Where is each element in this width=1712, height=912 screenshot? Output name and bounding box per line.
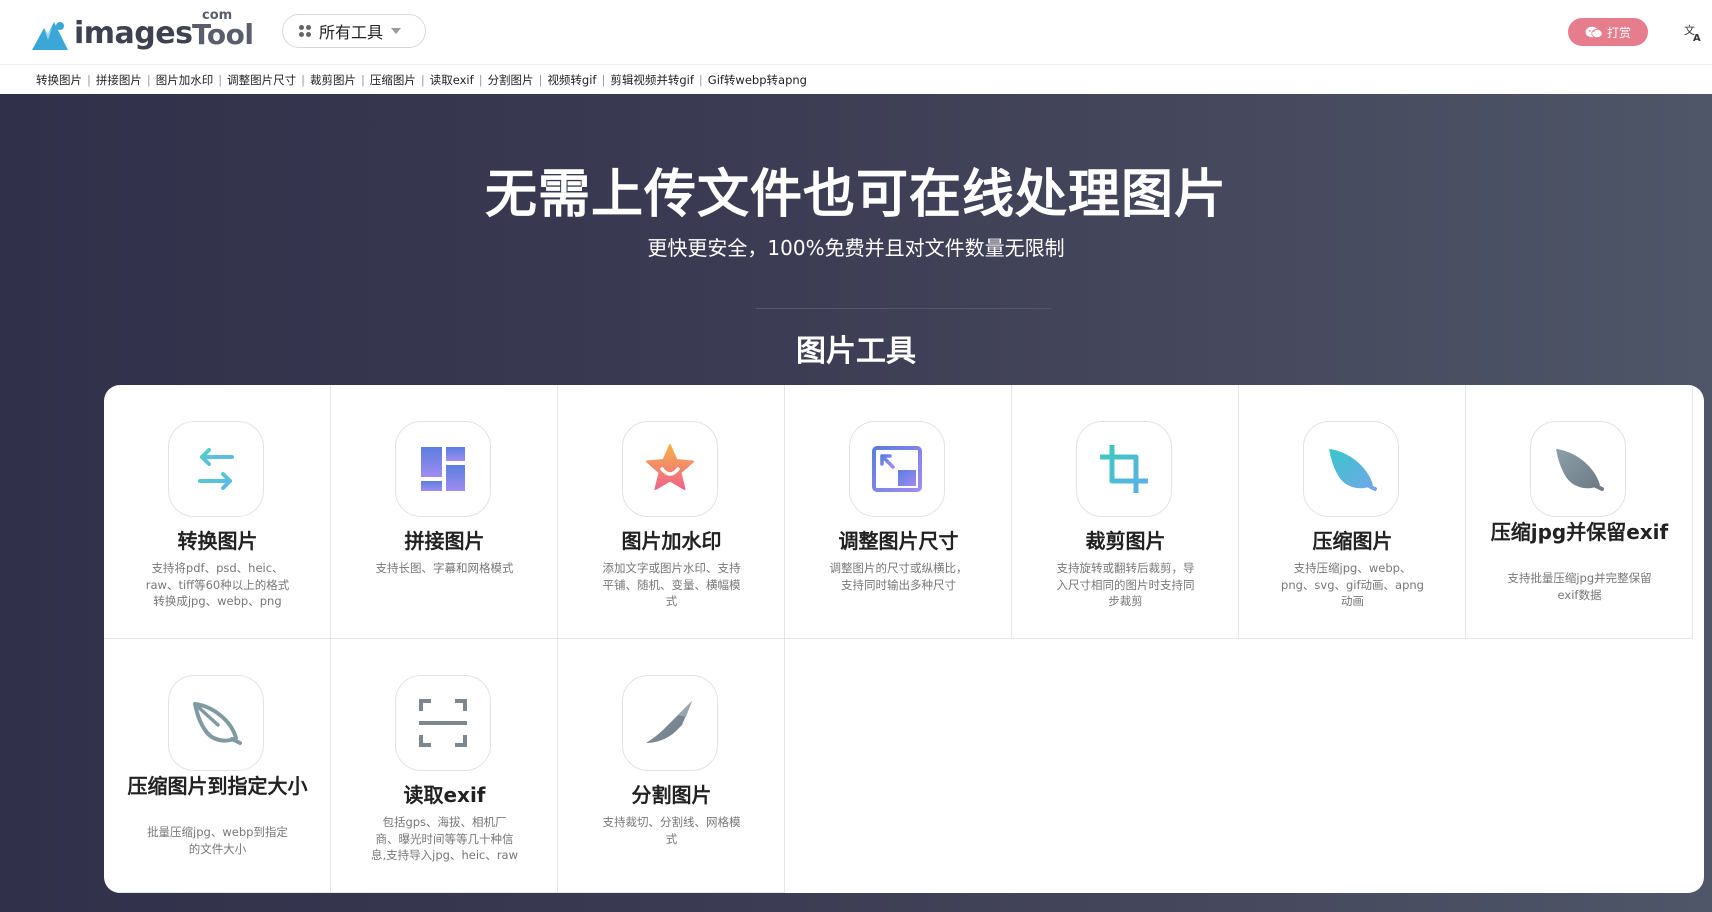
feather-icon	[1329, 449, 1377, 491]
feather-gray-icon	[1556, 449, 1604, 491]
logo-tool-text: Tool	[192, 18, 254, 51]
tool-title: 压缩图片	[1312, 529, 1393, 553]
tool-desc: 支持旋转或翻转后裁剪，导入尺寸相同的图片时支持同步裁剪	[1056, 561, 1195, 608]
quicknav-watermark[interactable]: 图片加水印	[156, 72, 214, 88]
star-smile-icon	[646, 444, 694, 490]
tool-icon-box	[622, 421, 718, 517]
donate-label: 打赏	[1606, 25, 1631, 40]
hero-divider	[756, 308, 1052, 309]
site-logo[interactable]: images com Tool	[30, 8, 254, 52]
nav-separator: |	[601, 72, 606, 87]
tool-title: 读取exif	[403, 783, 486, 807]
chevron-down-icon	[391, 28, 402, 34]
tool-crop[interactable]: 裁剪图片 支持旋转或翻转后裁剪，导入尺寸相同的图片时支持同步裁剪	[1012, 385, 1239, 639]
tool-compress-exif[interactable]: 压缩jpg并保留exif 支持批量压缩jpg并完整保留exif数据	[1466, 385, 1693, 639]
tool-stitch[interactable]: 拼接图片 支持长图、字幕和网格模式	[331, 385, 558, 639]
quicknav-stitch[interactable]: 拼接图片	[96, 72, 142, 88]
hero-section: 无需上传文件也可在线处理图片 更快更安全，100%免费并且对文件数量无限制 图片…	[0, 94, 1712, 912]
nav-separator: |	[301, 72, 305, 87]
svg-text:A: A	[1693, 33, 1701, 42]
hero-subtitle: 更快更安全，100%免费并且对文件数量无限制	[647, 236, 1065, 260]
tool-resize[interactable]: 调整图片尺寸 调整图片的尺寸或纵横比，支持同时输出多种尺寸	[785, 385, 1012, 639]
tool-desc: 调整图片的尺寸或纵横比，支持同时输出多种尺寸	[829, 561, 968, 592]
quicknav-exif[interactable]: 读取exif	[430, 72, 474, 88]
tool-icon-box	[395, 675, 491, 771]
tool-icon-box	[1076, 421, 1172, 517]
tools-card: 转换图片 支持将pdf、psd、heic、raw、tiff等60种以上的格式转换…	[104, 385, 1704, 893]
tool-icon-box	[1530, 421, 1626, 517]
resize-icon	[872, 446, 922, 492]
tool-desc: 包括gps、海拔、相机厂商、曝光时间等等几十种信息,支持导入jpg、heic、r…	[371, 815, 519, 862]
tool-desc: 支持批量压缩jpg并完整保留exif数据	[1507, 571, 1652, 602]
tool-watermark[interactable]: 图片加水印 添加文字或图片水印、支持平铺、随机、变量、横幅模式	[558, 385, 785, 639]
feather-outline-icon	[193, 702, 242, 745]
nav-separator: |	[87, 72, 91, 87]
tool-title: 压缩图片到指定大小	[127, 774, 308, 798]
quicknav-convert[interactable]: 转换图片	[36, 72, 82, 88]
tool-desc: 批量压缩jpg、webp到指定的文件大小	[147, 825, 288, 856]
knife-icon	[646, 701, 692, 743]
tool-desc: 支持将pdf、psd、heic、raw、tiff等60种以上的格式转换成jpg、…	[145, 561, 290, 608]
logo-mark-icon	[32, 22, 68, 50]
quicknav-compress[interactable]: 压缩图片	[370, 72, 416, 88]
tool-title: 图片加水印	[621, 529, 722, 553]
top-header: images com Tool 所有工具 打赏 文 A	[0, 0, 1712, 64]
tool-desc: 添加文字或图片水印、支持平铺、随机、变量、横幅模式	[602, 561, 741, 608]
tool-title: 转换图片	[177, 529, 258, 553]
tool-split[interactable]: 分割图片 支持裁切、分割线、网格模式	[558, 639, 785, 893]
tool-compress-to-size[interactable]: 压缩图片到指定大小 批量压缩jpg、webp到指定的文件大小	[104, 639, 331, 893]
tool-icon-box	[168, 421, 264, 517]
quicknav-gif-webp-apng[interactable]: Gif转webp转apng	[708, 72, 807, 88]
dots-grid-icon	[299, 25, 311, 37]
nav-separator: |	[478, 72, 483, 87]
tool-desc: 支持长图、字幕和网格模式	[375, 561, 514, 575]
crop-icon	[1100, 445, 1148, 493]
tool-icon-box	[395, 421, 491, 517]
nav-separator: |	[146, 72, 151, 87]
tool-title: 压缩jpg并保留exif	[1490, 520, 1669, 544]
tool-title: 拼接图片	[404, 529, 485, 553]
translate-icon[interactable]: 文 A	[1684, 22, 1704, 44]
section-title: 图片工具	[796, 334, 916, 369]
donate-button[interactable]: 打赏	[1568, 18, 1648, 46]
nav-separator: |	[218, 72, 223, 87]
wechat-icon	[1585, 26, 1603, 38]
tool-title: 裁剪图片	[1085, 529, 1166, 553]
tool-convert[interactable]: 转换图片 支持将pdf、psd、heic、raw、tiff等60种以上的格式转换…	[104, 385, 331, 639]
scan-icon	[419, 699, 467, 747]
tool-icon-box	[168, 675, 264, 771]
tool-desc: 支持压缩jpg、webp、png、svg、gif动画、apng动画	[1281, 561, 1424, 608]
quicknav-resize[interactable]: 调整图片尺寸	[227, 72, 296, 88]
quicknav-video-gif[interactable]: 视频转gif	[547, 72, 596, 88]
quicknav-clip-video-gif[interactable]: 剪辑视频并转gif	[610, 72, 694, 88]
tool-title: 分割图片	[631, 783, 712, 807]
nav-separator: |	[698, 72, 703, 87]
logo-images-text: images	[74, 16, 193, 51]
all-tools-label: 所有工具	[319, 23, 384, 42]
convert-arrows-icon	[198, 448, 234, 490]
nav-separator: |	[361, 72, 365, 87]
tool-read-exif[interactable]: 读取exif 包括gps、海拔、相机厂商、曝光时间等等几十种信息,支持导入jpg…	[331, 639, 558, 893]
tool-icon-box	[849, 421, 945, 517]
quicknav-crop[interactable]: 裁剪图片	[310, 72, 356, 88]
all-tools-dropdown[interactable]: 所有工具	[282, 14, 426, 48]
tool-icon-box	[1303, 421, 1399, 517]
nav-separator: |	[538, 72, 543, 87]
tool-compress[interactable]: 压缩图片 支持压缩jpg、webp、png、svg、gif动画、apng动画	[1239, 385, 1466, 639]
tool-icon-box	[622, 675, 718, 771]
layout-grid-icon	[421, 447, 465, 491]
tool-title: 调整图片尺寸	[838, 529, 959, 553]
nav-separator: |	[420, 72, 425, 87]
tool-desc: 支持裁切、分割线、网格模式	[602, 815, 741, 846]
quicknav-split[interactable]: 分割图片	[488, 72, 534, 88]
hero-title: 无需上传文件也可在线处理图片	[484, 165, 1227, 225]
quick-nav-bar: 转换图片 | 拼接图片 | 图片加水印 | 调整图片尺寸 | 裁剪图片 | 压缩…	[0, 64, 1712, 94]
